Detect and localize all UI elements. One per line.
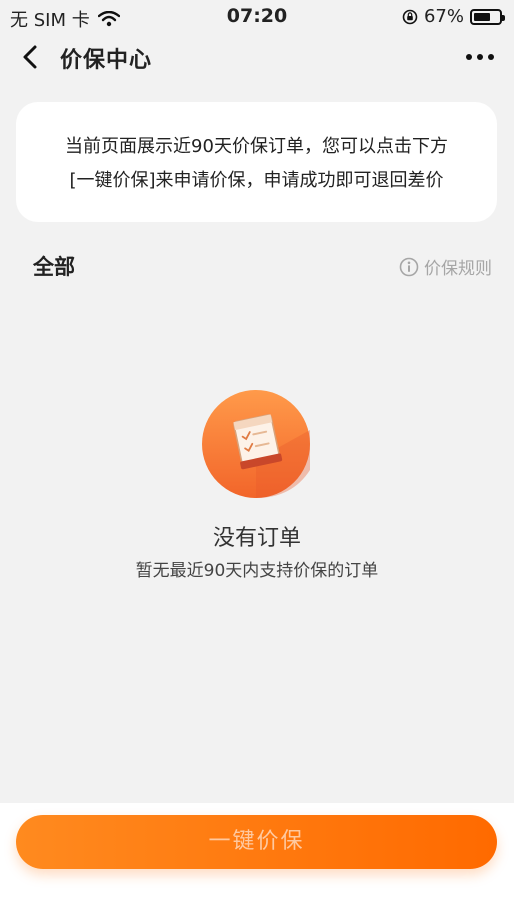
nav-bar: 价保中心: [0, 34, 514, 80]
page-title: 价保中心: [60, 48, 153, 73]
battery-percent: 67%: [423, 6, 464, 27]
battery-icon: [470, 8, 505, 25]
rules-label: 价保规则: [424, 259, 492, 279]
empty-order-icon: [202, 390, 310, 498]
back-icon[interactable]: [18, 44, 44, 70]
battery-fill: [474, 12, 490, 21]
notice-line-2: [一键价保]来申请价保，申请成功即可退回差价: [69, 170, 444, 191]
tab-all[interactable]: 全部: [33, 251, 75, 281]
status-bar: 无 SIM 卡 07:20 67%: [0, 0, 514, 34]
more-icon[interactable]: [464, 46, 496, 68]
bottom-action-bar: 一键价保: [0, 803, 514, 910]
notice-line-1: 当前页面展示近90天价保订单，您可以点击下方: [65, 136, 448, 157]
price-protection-rules-link[interactable]: 价保规则: [399, 254, 492, 279]
one-click-price-protection-button[interactable]: 一键价保: [16, 815, 497, 869]
info-icon: [399, 257, 419, 276]
rotation-lock-icon: [402, 9, 418, 24]
empty-state-description: 暂无最近90天内支持价保的订单: [135, 561, 379, 581]
notice-card: 当前页面展示近90天价保订单，您可以点击下方 [一键价保]来申请价保，申请成功即…: [16, 102, 497, 222]
status-right: 67%: [402, 6, 505, 27]
empty-state-title: 没有订单: [212, 526, 301, 551]
